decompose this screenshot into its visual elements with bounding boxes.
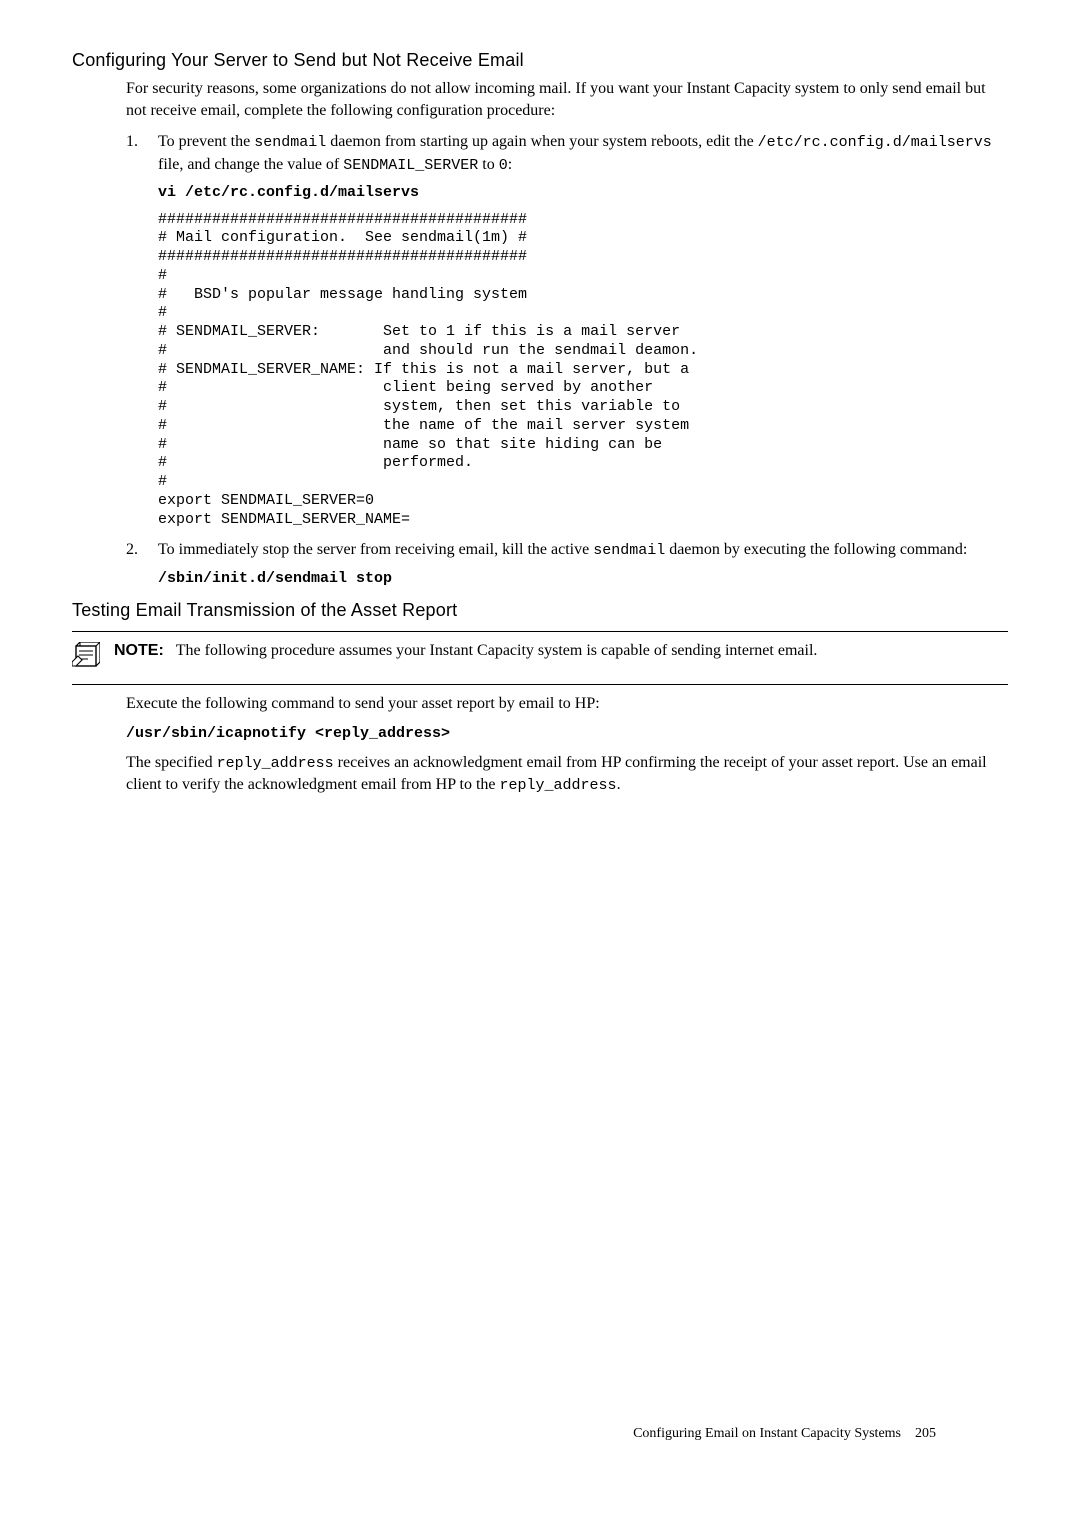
section1-intro: For security reasons, some organizations… (126, 78, 1008, 121)
step1-code-b: /etc/rc.config.d/mailservs (758, 134, 992, 151)
procedure-list: To prevent the sendmail daemon from star… (126, 131, 1008, 588)
note-body: The following procedure assumes your Ins… (176, 642, 818, 659)
section2-para1: Execute the following command to send yo… (126, 693, 1008, 715)
para2-part-a: The specified (126, 754, 217, 771)
step2-code-a: sendmail (593, 542, 665, 559)
step1-part-e: : (508, 156, 512, 173)
config-file-listing: ########################################… (158, 211, 1008, 530)
step2-command: /sbin/init.d/sendmail stop (158, 570, 1008, 589)
footer-page-number: 205 (915, 1426, 936, 1441)
footer-title: Configuring Email on Instant Capacity Sy… (633, 1426, 901, 1441)
note-text-container: NOTE: The following procedure assumes yo… (114, 640, 1008, 677)
section2-heading: Testing Email Transmission of the Asset … (72, 598, 1008, 622)
section2-para2: The specified reply_address receives an … (126, 752, 1008, 797)
step1-text: To prevent the sendmail daemon from star… (158, 133, 992, 172)
para2-code-a: reply_address (217, 755, 334, 772)
step1-code-a: sendmail (254, 134, 326, 151)
step1-code-d: 0 (499, 157, 508, 174)
para2-part-c: . (617, 776, 621, 793)
step2-text: To immediately stop the server from rece… (158, 541, 967, 558)
step2-part-a: To immediately stop the server from rece… (158, 541, 593, 558)
para2-code-b: reply_address (500, 777, 617, 794)
note-icon (72, 642, 100, 677)
step1-part-c: file, and change the value of (158, 156, 343, 173)
step1-part-a: To prevent the (158, 133, 254, 150)
step1-part-b: daemon from starting up again when your … (326, 133, 757, 150)
step-1: To prevent the sendmail daemon from star… (126, 131, 1008, 529)
page-footer: Configuring Email on Instant Capacity Sy… (633, 1425, 936, 1444)
step1-part-d: to (478, 156, 498, 173)
note-label: NOTE: (114, 642, 164, 659)
section1-heading: Configuring Your Server to Send but Not … (72, 48, 1008, 72)
icapnotify-command: /usr/sbin/icapnotify <reply_address> (126, 725, 1008, 744)
step2-part-b: daemon by executing the following comman… (665, 541, 967, 558)
note-block: NOTE: The following procedure assumes yo… (72, 631, 1008, 686)
step1-code-c: SENDMAIL_SERVER (343, 157, 478, 174)
step1-command: vi /etc/rc.config.d/mailservs (158, 184, 1008, 203)
step-2: To immediately stop the server from rece… (126, 539, 1008, 588)
